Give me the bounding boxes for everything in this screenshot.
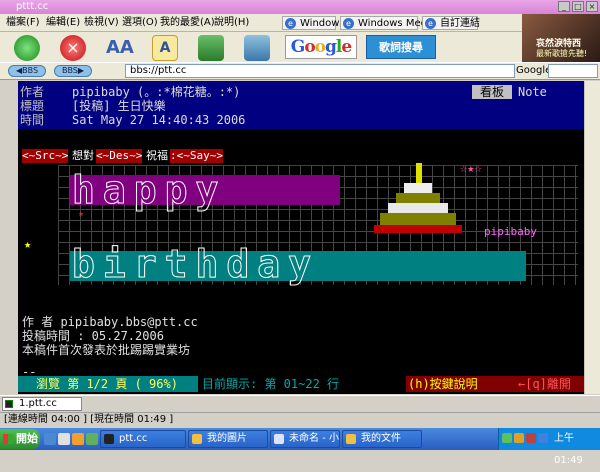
link-windows-media[interactable]: e Windows Media [340,16,436,30]
ie-icon: e [343,18,354,29]
task-ptt[interactable]: ptt.cc [100,430,186,448]
folder-icon [192,434,202,444]
say-tag: :<~Say~> [170,149,223,163]
src-tag: <~Src~> [22,149,69,163]
task-my-pictures[interactable]: 我的圖片 [188,430,268,448]
window-title: pttt.cc [16,1,49,12]
board-name: Note [518,85,547,99]
address-search-input[interactable] [548,64,598,78]
cake-tier [380,213,456,225]
app-icon[interactable] [86,433,98,445]
tab-bar [0,395,600,411]
menu-file[interactable]: 檔案(F) [6,14,40,32]
cake-tier [396,193,440,203]
asterisk-icon: * [78,211,85,222]
ie-icon: e [425,18,436,29]
author-value: pipibaby (。:*棉花糖。:*) [72,85,241,99]
des-tag: <~Des~> [96,149,143,163]
time-label: 時間 [20,113,64,127]
des-text: 祝福 [146,149,168,162]
birthday-text: birthday [71,242,320,286]
folder-icon [346,434,356,444]
font-color-icon[interactable]: A [152,35,178,61]
terminal-screen[interactable]: 作者 pipibaby (。:*棉花糖。:*) 看板 Note 標題 [投稿] … [18,81,584,394]
package-blue-icon[interactable] [244,35,270,61]
ad-subtitle: 最新歌搶先聽! [536,49,588,58]
link-custom-label: 自訂連結 [440,18,480,29]
package-icon[interactable] [198,35,224,61]
src-text: 想對 [72,149,94,162]
happy-text: happy [71,168,227,212]
scrollbar[interactable] [584,81,600,394]
browse-status: 瀏覽 第 1/2 頁 ( 96%) [18,376,198,392]
cake-tier [388,203,448,213]
menu-favorites[interactable]: 我的最愛(A) [160,14,215,32]
media-icon[interactable] [72,433,84,445]
clock: 上午 01:49 [554,433,583,466]
ie-icon[interactable] [44,433,56,445]
task-notepad[interactable]: 未命名 - 小... [270,430,340,448]
menu-help[interactable]: 說明(H) [214,14,249,32]
font-size-icon[interactable]: AA [106,35,134,61]
menu-view[interactable]: 檢視(V) [84,14,119,32]
tray-icon[interactable] [502,433,512,443]
notepad-icon [274,434,284,444]
link-custom[interactable]: e 自訂連結 [422,16,480,30]
time-value: Sat May 27 14:40:43 2006 [72,113,246,127]
body-line: 投稿時間 : 05.27.2006 [22,329,164,343]
google-button[interactable]: Google [285,35,357,59]
link-windows-label: Windows [300,18,345,29]
star-icon: ★ [24,237,32,251]
cake-plate [374,225,462,233]
back-button[interactable]: ◀BBS [8,65,46,77]
stars-decoration: ☆★☆ [460,161,482,175]
body-line: 本稿件首次發表於批踢踢實業坊 [22,343,191,357]
lyrics-search-button[interactable]: 歌詞搜尋 [366,35,436,59]
body-line: 作 者 pipibaby.bbs@ptt.cc [22,315,198,329]
connect-icon[interactable] [14,35,40,61]
terminal-status-bar: 瀏覽 第 1/2 頁 ( 96%) 目前顯示: 第 01~22 行 (h)按鍵說… [18,376,584,392]
disconnect-icon[interactable]: × [60,35,86,61]
tab-ptt[interactable]: 1.ptt.cc [2,397,82,411]
candle [416,163,422,183]
task-label: 未命名 - 小... [289,433,339,444]
line-status: 目前顯示: 第 01~22 行 [198,376,406,392]
tray-icon[interactable] [526,433,536,443]
close-window-button[interactable]: × [586,1,598,12]
menu-edit[interactable]: 編輯(E) [46,14,80,32]
author-label: 作者 [20,85,64,99]
menu-options[interactable]: 選項(O) [122,14,158,32]
board-tag: 看板 [472,85,512,99]
address-input[interactable]: bbs://ptt.cc [125,64,515,78]
title-label: 標題 [20,99,64,113]
status-bar: [連線時間 04:00 ] [現在時間 01:49 ] [0,412,600,427]
title-bar [0,0,600,14]
task-label: ptt.cc [119,433,148,444]
forward-button[interactable]: BBS▶ [54,65,92,77]
exit-hint: ←[q]離開 [516,376,584,392]
minimize-button[interactable]: _ [558,1,570,12]
link-windows[interactable]: e Windows [282,16,345,30]
terminal-icon [5,400,13,408]
address-search-label: Google [516,65,552,76]
desktop-icon[interactable] [58,433,70,445]
terminal-icon [104,434,114,444]
title-value: [投稿] 生日快樂 [72,99,166,113]
tray-icon[interactable] [514,433,524,443]
art-signature: pipibaby [484,225,537,238]
help-hint: (h)按鍵說明 [406,376,516,392]
ie-icon: e [285,18,296,29]
windows-logo-icon [3,434,13,444]
task-my-documents[interactable]: 我的文件 [342,430,422,448]
cake-tier [404,183,432,193]
task-label: 我的圖片 [207,433,247,444]
task-label: 我的文件 [361,433,401,444]
maximize-button[interactable]: □ [572,1,584,12]
volume-icon[interactable] [538,433,548,443]
